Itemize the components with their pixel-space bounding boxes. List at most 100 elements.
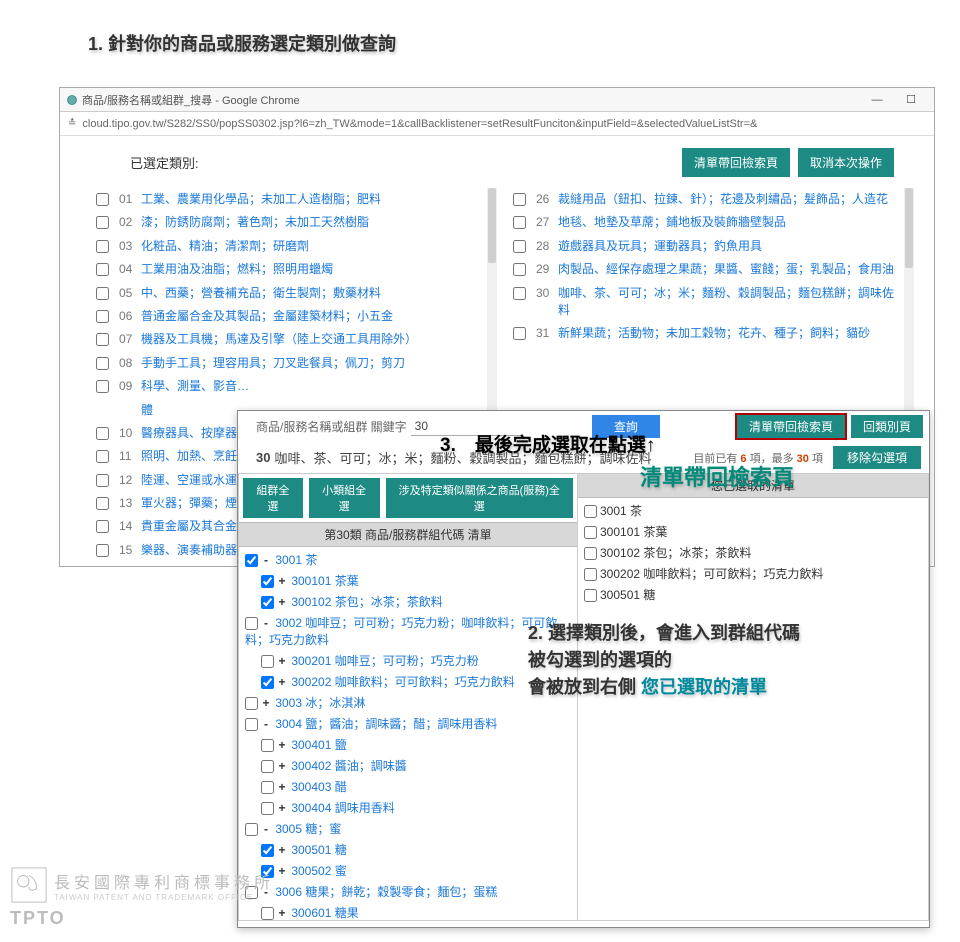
tree-link[interactable]: 3002 咖啡豆；可可粉；巧克力粉；咖啡飲料；可可飲料；巧克力飲料 [245,616,557,647]
tree-checkbox[interactable] [261,907,274,920]
collapse-icon[interactable]: - [260,717,272,731]
tree-checkbox[interactable] [261,781,274,794]
expand-icon[interactable]: + [276,843,288,857]
expand-icon[interactable]: + [276,759,288,773]
expand-icon[interactable]: + [276,780,288,794]
category-checkbox[interactable] [96,287,109,300]
category-link[interactable]: 化粧品、精油；清潔劑；研磨劑 [141,238,309,255]
tree-link[interactable]: 300501 糖 [288,843,347,857]
tree-link[interactable]: 3006 糖果；餅乾；穀製零食；麵包；蛋糕 [272,885,497,899]
category-link[interactable]: 咖啡、茶、可可；冰；米；麵粉、穀調製品；麵包糕餅；調味佐料 [558,285,898,320]
tree-link[interactable]: 300404 調味用香料 [288,801,395,815]
tree-checkbox[interactable] [245,554,258,567]
category-link[interactable]: 工業用油及油脂；燃料；照明用蠟燭 [141,261,333,278]
selected-checkbox[interactable] [584,547,597,560]
category-link[interactable]: 漆；防銹防腐劑；著色劑；未加工天然樹脂 [141,214,369,231]
category-checkbox[interactable] [96,240,109,253]
tree-link[interactable]: 3005 糖；蜜 [272,822,341,836]
category-link[interactable]: 體 [141,402,153,419]
tree-link[interactable]: 3003 冰；冰淇淋 [272,696,365,710]
category-checkbox[interactable] [96,520,109,533]
url-bar[interactable]: ≛ cloud.tipo.gov.tw/S282/SS0/popSS0302.j… [60,112,934,136]
category-checkbox[interactable] [96,474,109,487]
page-info-icon[interactable]: ≛ [68,118,76,129]
selected-checkbox[interactable] [584,526,597,539]
category-link[interactable]: 機器及工具機；馬達及引擎（陸上交通工具用除外） [141,331,417,348]
expand-icon[interactable]: + [260,696,272,710]
expand-icon[interactable]: + [276,906,288,920]
category-checkbox[interactable] [513,263,526,276]
remove-selected-button[interactable]: 移除勾選項 [833,446,921,469]
tree-checkbox[interactable] [245,823,258,836]
category-checkbox[interactable] [96,450,109,463]
category-link[interactable]: 貴重金屬及其合金… [141,518,249,535]
tree-link[interactable]: 300403 醋 [288,780,347,794]
tree-checkbox[interactable] [245,718,258,731]
category-checkbox[interactable] [513,327,526,340]
tree-link[interactable]: 300601 糖果 [288,906,359,920]
tree-link[interactable]: 3004 鹽；醬油；調味醬；醋；調味用香料 [272,717,497,731]
return-category-button[interactable]: 回類別頁 [851,415,923,438]
tree-checkbox[interactable] [261,844,274,857]
category-checkbox[interactable] [96,544,109,557]
category-checkbox[interactable] [96,263,109,276]
collapse-icon[interactable]: - [260,616,272,630]
category-checkbox[interactable] [96,357,109,370]
category-link[interactable]: 裁縫用品（鈕扣、拉鍊、針）；花邊及刺繡品；髮飾品；人造花 [558,191,888,208]
selected-checkbox[interactable] [584,505,597,518]
expand-icon[interactable]: + [276,738,288,752]
category-link[interactable]: 科學、測量、影音… [141,378,249,395]
category-link[interactable]: 普通金屬合金及其製品；金屬建築材料；小五金 [141,308,393,325]
tree-checkbox[interactable] [261,760,274,773]
category-checkbox[interactable] [513,193,526,206]
tree-link[interactable]: 3001 茶 [272,553,317,567]
category-link[interactable]: 樂器、演奏補助器… [141,542,249,559]
select-all-subgroup-button[interactable]: 小類組全選 [309,478,380,518]
tree-link[interactable]: 300402 醬油；調味醬 [288,759,407,773]
selected-checkbox[interactable] [584,589,597,602]
expand-icon[interactable]: + [276,595,288,609]
tree-checkbox[interactable] [261,802,274,815]
expand-icon[interactable]: + [276,654,288,668]
collapse-icon[interactable]: - [260,822,272,836]
minimize-button[interactable]: — [860,94,894,106]
tree-link[interactable]: 300202 咖啡飲料；可可飲料；巧克力飲料 [288,675,515,689]
category-link[interactable]: 地毯、地墊及草蓆；鋪地板及裝飾牆壁製品 [558,214,786,231]
category-link[interactable]: 肉製品、經保存處理之果蔬；果醬、蜜餞；蛋；乳製品；食用油 [558,261,894,278]
expand-icon[interactable]: + [276,864,288,878]
category-checkbox[interactable] [96,193,109,206]
category-link[interactable]: 手動手工具；理容用具；刀叉匙餐具；佩刀；剪刀 [141,355,405,372]
category-checkbox[interactable] [513,240,526,253]
tree-checkbox[interactable] [245,617,258,630]
category-link[interactable]: 照明、加熱、烹飪… [141,448,249,465]
tree-checkbox[interactable] [261,739,274,752]
tree-checkbox[interactable] [245,697,258,710]
expand-icon[interactable]: + [276,574,288,588]
category-link[interactable]: 中、西藥；營養補充品；衛生製劑；敷藥材料 [141,285,381,302]
tree-checkbox[interactable] [261,596,274,609]
tree-link[interactable]: 300102 茶包；冰茶；茶飲料 [288,595,443,609]
category-link[interactable]: 軍火器；彈藥；煙… [141,495,249,512]
maximize-button[interactable]: ☐ [894,93,928,106]
cancel-button[interactable]: 取消本次操作 [798,148,894,177]
tree-link[interactable]: 300201 咖啡豆；可可粉；巧克力粉 [288,654,479,668]
category-checkbox[interactable] [96,497,109,510]
category-checkbox[interactable] [513,287,526,300]
expand-icon[interactable]: + [276,801,288,815]
category-checkbox[interactable] [96,333,109,346]
category-link[interactable]: 新鮮果蔬；活動物；未加工穀物；花卉、種子；飼料；貓砂 [558,325,870,342]
category-link[interactable]: 陸運、空運或水運… [141,472,249,489]
select-all-group-button[interactable]: 組群全選 [243,478,303,518]
tree-link[interactable]: 300401 鹽 [288,738,347,752]
category-checkbox[interactable] [96,427,109,440]
select-all-related-button[interactable]: 涉及特定類似關係之商品(服務)全選 [386,478,573,518]
expand-icon[interactable]: + [276,675,288,689]
tree-link[interactable]: 300502 蜜 [288,864,347,878]
bring-list-back-button[interactable]: 清單帶回檢索頁 [682,148,790,177]
tree-checkbox[interactable] [261,655,274,668]
category-checkbox[interactable] [96,310,109,323]
category-checkbox[interactable] [96,216,109,229]
category-link[interactable]: 工業、農業用化學品；未加工人造樹脂；肥料 [141,191,381,208]
bring-list-back-button-2[interactable]: 清單帶回檢索頁 [737,415,845,438]
selected-checkbox[interactable] [584,568,597,581]
